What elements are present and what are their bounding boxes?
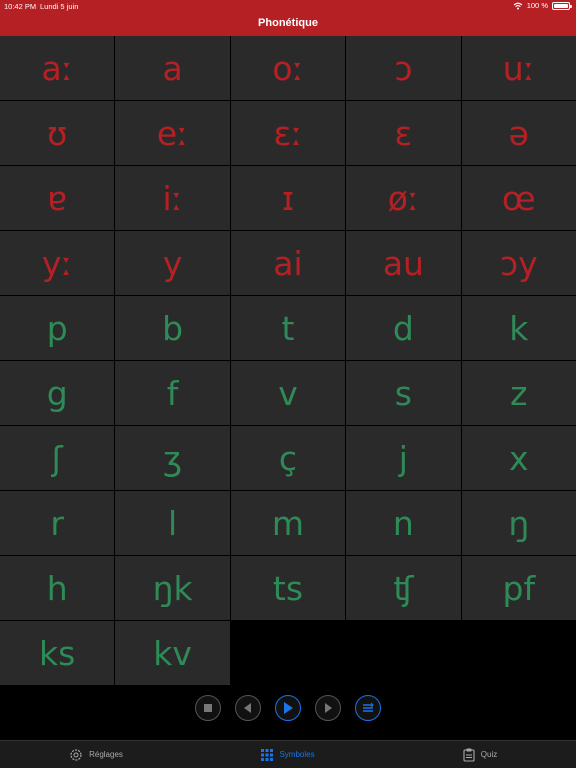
play-button[interactable] [275, 695, 301, 721]
vowel-symbol-cell[interactable]: ɛ [346, 101, 461, 165]
vowel-symbol-cell[interactable]: ɐ [0, 166, 115, 230]
consonant-symbol-cell[interactable]: m [230, 491, 346, 555]
consonant-symbol-cell[interactable]: r [0, 491, 115, 555]
vowel-symbol-cell[interactable]: eː [115, 101, 230, 165]
vowel-symbol-cell[interactable]: ɔ [346, 36, 461, 100]
play-icon [284, 702, 293, 714]
vowel-symbol-cell[interactable]: y [115, 231, 230, 295]
vowel-symbol-cell[interactable]: au [346, 231, 461, 295]
consonant-symbol-cell[interactable]: v [230, 361, 346, 425]
consonant-symbol-cell[interactable]: x [461, 426, 576, 490]
vowel-symbol-cell[interactable]: ɛː [230, 101, 346, 165]
tab-reglages[interactable]: Réglages [0, 741, 192, 768]
consonant-symbol-cell[interactable]: h [0, 556, 115, 620]
consonant-symbol-cell[interactable]: ç [230, 426, 346, 490]
vowel-symbol-cell[interactable]: ai [230, 231, 346, 295]
consonant-symbol-cell[interactable]: z [461, 361, 576, 425]
battery-icon [552, 1, 572, 10]
consonant-symbol-cell[interactable]: f [115, 361, 230, 425]
consonant-symbol-cell[interactable]: kv [115, 621, 230, 685]
grid-icon [261, 748, 274, 761]
wifi-icon [513, 2, 523, 10]
stop-icon [204, 704, 212, 712]
symbol-grid: aː a oː ɔ uː ʊ eː ɛː ɛ ə ɐ iː ɪ øː œ yː y ai au ɔy p b t d k g f v s… [0, 36, 576, 685]
vowel-symbol-cell[interactable]: iː [115, 166, 230, 230]
vowel-symbol-cell[interactable]: ɔy [461, 231, 576, 295]
header: 10:42 PM Lundi 5 juin 100 % Phonétique [0, 0, 576, 36]
tab-bar: Réglages Symboles Quiz [0, 740, 576, 768]
consonant-symbol-cell[interactable]: s [346, 361, 461, 425]
tab-reglages-label: Réglages [89, 750, 123, 759]
consonant-symbol-cell[interactable]: ʃ [0, 426, 115, 490]
consonant-symbol-cell[interactable]: k [461, 296, 576, 360]
vowel-symbol-cell[interactable]: øː [346, 166, 461, 230]
player-controls [0, 690, 576, 726]
consonant-symbol-cell[interactable]: ŋk [115, 556, 230, 620]
consonant-symbol-cell[interactable]: d [346, 296, 461, 360]
status-time: 10:42 PM [4, 2, 37, 11]
tab-quiz[interactable]: Quiz [384, 741, 576, 768]
consonant-symbol-cell[interactable]: ʧ [346, 556, 461, 620]
tab-symboles[interactable]: Symboles [192, 741, 384, 768]
consonant-symbol-cell[interactable]: l [115, 491, 230, 555]
list-icon [363, 702, 374, 712]
consonant-symbol-cell[interactable]: pf [461, 556, 576, 620]
status-right: 100 % [513, 1, 572, 10]
battery-percentage: 100 % [526, 1, 548, 10]
consonant-symbol-cell[interactable]: b [115, 296, 230, 360]
next-button[interactable] [315, 695, 341, 721]
consonant-symbol-cell[interactable]: ts [230, 556, 346, 620]
vowel-symbol-cell[interactable]: yː [0, 231, 115, 295]
vowel-symbol-cell[interactable]: aː [0, 36, 115, 100]
clipboard-icon [463, 748, 475, 762]
consonant-symbol-cell[interactable]: ŋ [461, 491, 576, 555]
list-button[interactable] [355, 695, 381, 721]
previous-icon [244, 703, 251, 713]
vowel-symbol-cell[interactable]: ə [461, 101, 576, 165]
page-title: Phonétique [258, 17, 318, 29]
consonant-symbol-cell[interactable]: g [0, 361, 115, 425]
consonant-symbol-cell[interactable]: ks [0, 621, 115, 685]
tab-quiz-label: Quiz [480, 750, 498, 759]
stop-button[interactable] [195, 695, 221, 721]
vowel-symbol-cell[interactable]: a [115, 36, 230, 100]
next-icon [325, 703, 332, 713]
vowel-symbol-cell[interactable]: œ [461, 166, 576, 230]
consonant-symbol-cell[interactable]: n [346, 491, 461, 555]
vowel-symbol-cell[interactable]: ɪ [230, 166, 346, 230]
consonant-symbol-cell[interactable]: t [230, 296, 346, 360]
status-date: Lundi 5 juin [40, 2, 79, 11]
consonant-symbol-cell[interactable]: ʒ [115, 426, 230, 490]
vowel-symbol-cell[interactable]: ʊ [0, 101, 115, 165]
vowel-symbol-cell[interactable]: oː [230, 36, 346, 100]
gear-icon [70, 748, 82, 761]
consonant-symbol-cell[interactable]: j [346, 426, 461, 490]
vowel-symbol-cell[interactable]: uː [461, 36, 576, 100]
consonant-symbol-cell[interactable]: p [0, 296, 115, 360]
tab-symboles-label: Symboles [279, 750, 315, 759]
previous-button[interactable] [235, 695, 261, 721]
